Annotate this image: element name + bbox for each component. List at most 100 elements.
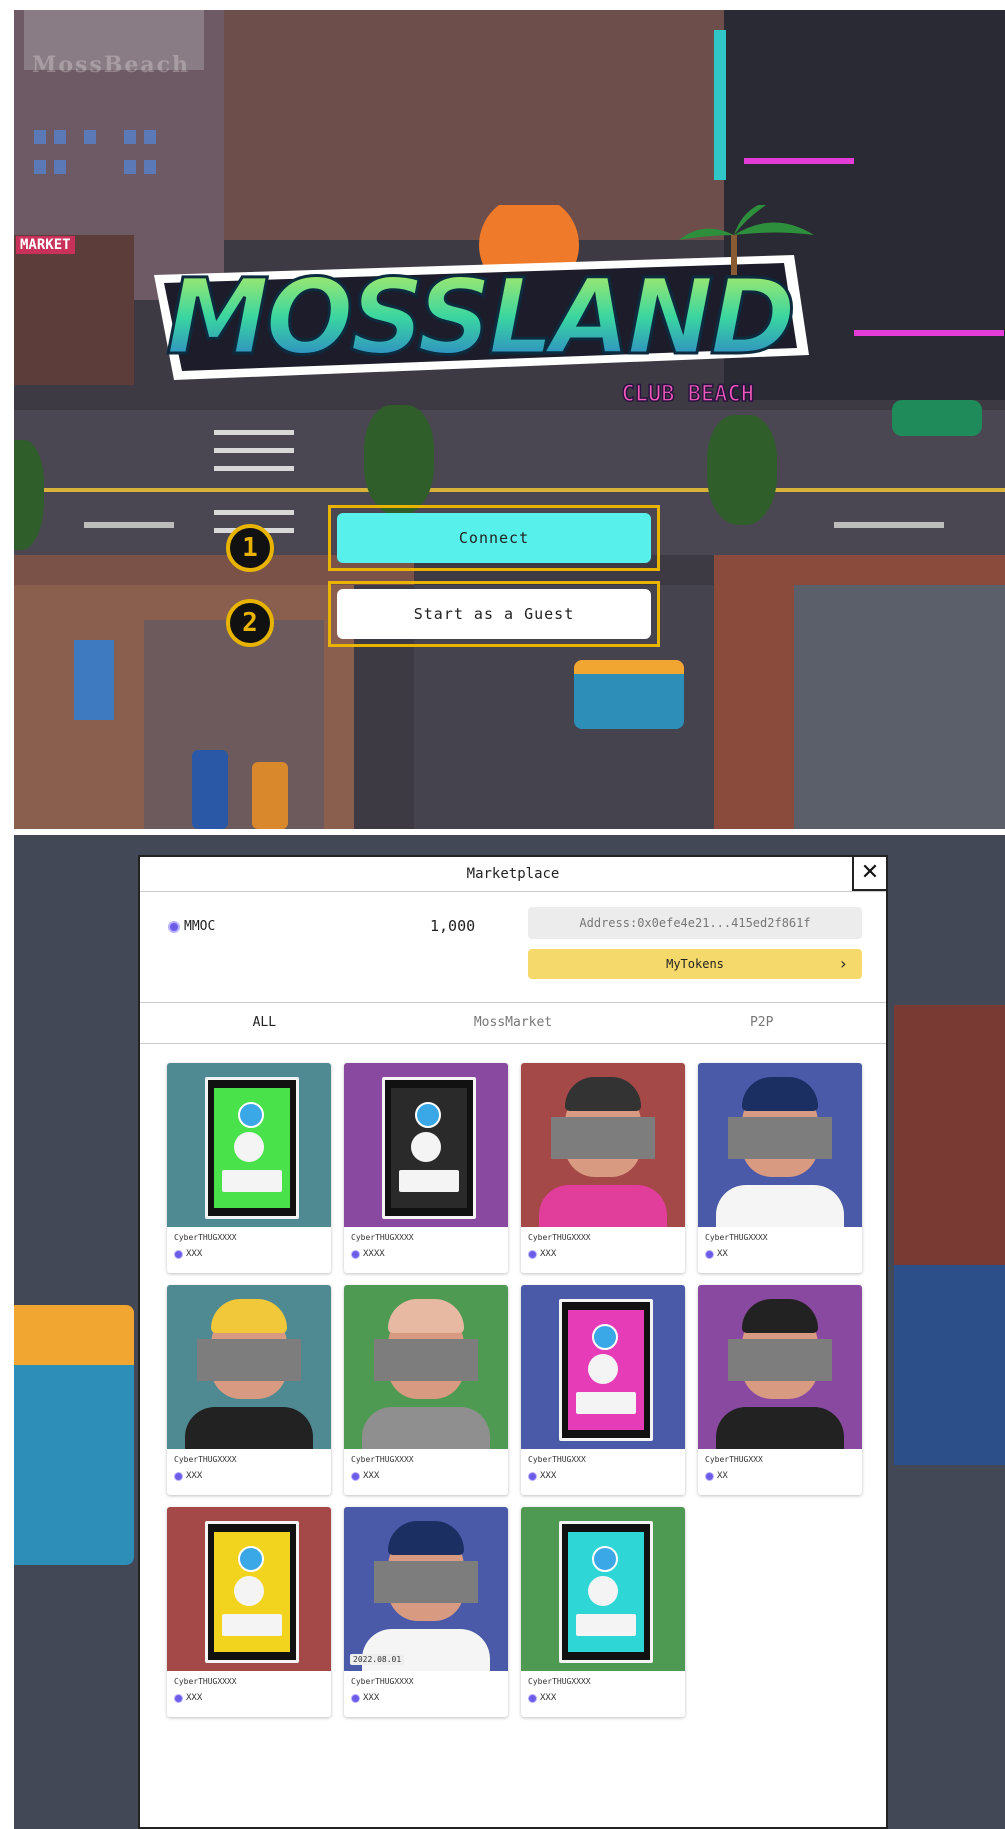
logo-text: MOSSLAND [166, 256, 792, 378]
nft-price: XXX [528, 1249, 556, 1259]
nft-price: XXX [528, 1471, 556, 1481]
van [574, 660, 684, 729]
nft-price: XXX [351, 1471, 379, 1481]
nft-card[interactable]: CyberTHUGXXXX XXX [521, 1507, 685, 1717]
avatar-face-censor [551, 1117, 655, 1159]
neon-strip [714, 30, 726, 180]
mmoc-coin-icon [528, 1693, 537, 1703]
crosswalk [214, 510, 294, 515]
start-as-guest-button[interactable]: Start as a Guest [337, 589, 651, 639]
nft-price: XX [705, 1249, 728, 1259]
nft-price-value: XXX [186, 1693, 203, 1703]
avatar-hair-icon [388, 1521, 464, 1555]
nft-card[interactable]: CyberTHUGXXXX XXX [167, 1285, 331, 1495]
window [124, 160, 136, 174]
neon-strip [854, 330, 1004, 336]
connect-button-frame: Connect [328, 505, 660, 571]
nft-price: XXX [528, 1693, 556, 1703]
nft-price: XX [705, 1471, 728, 1481]
window [34, 160, 46, 174]
nft-thumbnail [521, 1285, 685, 1449]
avatar-hair-icon [388, 1299, 464, 1333]
window [54, 130, 66, 144]
nft-card[interactable]: CyberTHUGXXXX XXX [521, 1063, 685, 1273]
nft-card[interactable]: CyberTHUGXXX XX [698, 1285, 862, 1495]
modal-title: Marketplace [140, 857, 886, 892]
nft-price-value: XXX [540, 1249, 557, 1259]
nft-thumbnail [521, 1507, 685, 1671]
card-pack-icon [382, 1077, 476, 1219]
balance-value: 1,000 [430, 917, 476, 935]
crosswalk [214, 448, 294, 453]
nft-price: XXX [174, 1693, 202, 1703]
window [144, 130, 156, 144]
nft-name: CyberTHUGXXXX [528, 1233, 591, 1242]
nft-price-value: XX [717, 1249, 728, 1259]
wallet-address: Address:0x0efe4e21...415ed2f861f [528, 907, 862, 939]
avatar-hair-icon [211, 1299, 287, 1333]
road-arrow [834, 522, 944, 528]
car-green [892, 400, 982, 436]
nft-price-value: XXX [540, 1693, 557, 1703]
mmoc-coin-icon [705, 1249, 714, 1259]
nft-card[interactable]: CyberTHUGXXXX XXX [344, 1285, 508, 1495]
crosswalk [214, 430, 294, 435]
nft-card[interactable]: 2022.08.01 CyberTHUGXXXX XXX [344, 1507, 508, 1717]
mmoc-coin-icon [174, 1471, 183, 1481]
nft-thumbnail [698, 1063, 862, 1227]
mmoc-coin-icon [174, 1249, 183, 1259]
nft-price: XXX [174, 1249, 202, 1259]
neon-strip [744, 158, 854, 164]
chevron-right-icon: › [838, 954, 848, 973]
car-blue [192, 750, 228, 829]
house-floor [144, 620, 324, 829]
mytokens-label: MyTokens [666, 957, 724, 971]
nft-card[interactable]: CyberTHUGXXX XXX [521, 1285, 685, 1495]
mytokens-button[interactable]: MyTokens › [528, 949, 862, 979]
mmoc-coin-icon [168, 920, 180, 933]
nft-price: XXX [351, 1693, 379, 1703]
logo-subtext: CLUB BEACH [622, 382, 754, 407]
card-pack-icon [205, 1521, 299, 1663]
nft-thumbnail [167, 1063, 331, 1227]
nft-price-value: XXX [363, 1693, 380, 1703]
avatar-body-icon [539, 1185, 667, 1227]
mmoc-coin-icon [528, 1249, 537, 1259]
close-button[interactable]: ✕ [852, 857, 886, 891]
nft-card[interactable]: CyberTHUGXXXXXX [698, 1063, 862, 1273]
tab-all[interactable]: ALL [140, 1003, 389, 1043]
tab-mossmarket[interactable]: MossMarket [389, 1003, 638, 1043]
nft-price-value: XXX [363, 1471, 380, 1481]
mossland-logo: MOSSLAND CLUB BEACH [154, 205, 814, 408]
window [144, 160, 156, 174]
avatar-hair-icon [742, 1077, 818, 1111]
market-building [14, 235, 134, 385]
nft-name: CyberTHUGXXXX [351, 1233, 414, 1242]
nft-name: CyberTHUGXXXX [174, 1233, 237, 1242]
marketplace-screen: Marketplace ✕ MMOC 1,000 Address:0x0efe4… [14, 835, 1005, 1829]
nft-name: CyberTHUGXXX [528, 1455, 586, 1464]
avatar-face-censor [374, 1339, 478, 1381]
nft-price-value: XXXX [363, 1249, 385, 1259]
nft-name: CyberTHUGXXXX [528, 1677, 591, 1686]
nft-card[interactable]: CyberTHUGXXXX XXX [167, 1063, 331, 1273]
watermark-text: MossBeach [32, 52, 191, 78]
nft-price: XXXX [351, 1249, 385, 1259]
road-arrow [84, 522, 174, 528]
mmoc-coin-icon [528, 1471, 537, 1481]
car-orange [252, 762, 288, 829]
nft-name: CyberTHUGXXXX [351, 1455, 414, 1464]
nft-thumbnail: 2022.08.01 [344, 1507, 508, 1671]
mmoc-coin-icon [705, 1471, 714, 1481]
nft-card[interactable]: CyberTHUGXXXX XXX [167, 1507, 331, 1717]
nft-price-value: XXX [186, 1471, 203, 1481]
nft-name: CyberTHUGXXXX [174, 1455, 237, 1464]
window [34, 130, 46, 144]
mmoc-coin-icon [351, 1249, 360, 1259]
nft-price: XXX [174, 1471, 202, 1481]
tab-p2p[interactable]: P2P [637, 1003, 886, 1043]
tree [707, 415, 777, 525]
nft-card[interactable]: CyberTHUGXXXX XXXX [344, 1063, 508, 1273]
connect-button[interactable]: Connect [337, 513, 651, 563]
mmoc-coin-icon [351, 1471, 360, 1481]
